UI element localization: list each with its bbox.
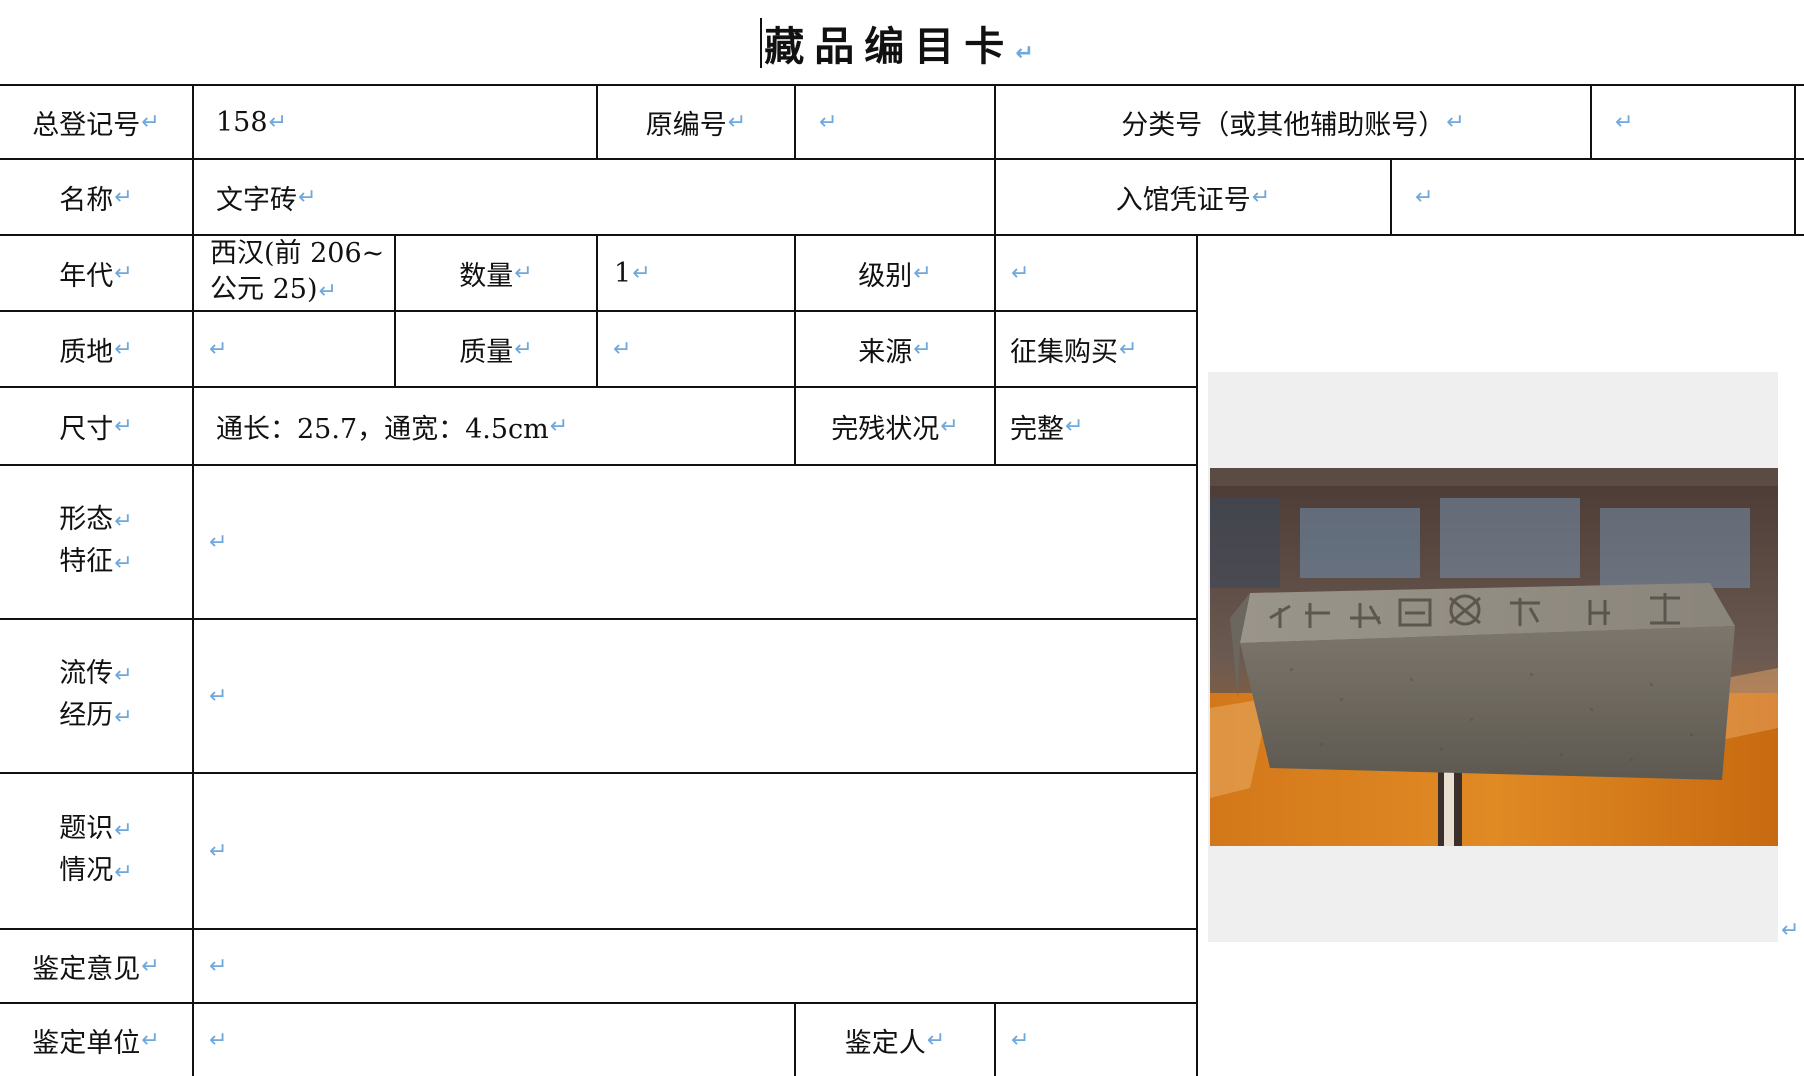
grid-line xyxy=(1196,234,1198,1076)
label-provenance: 流传↵ 经历↵ xyxy=(59,658,133,731)
value-source[interactable]: 征集购买 ↵ xyxy=(996,312,1196,386)
value-morphology[interactable]: ↵ xyxy=(194,466,1196,618)
value-appraiser[interactable]: ↵ xyxy=(996,1004,1196,1076)
label-quantity: 数量 ↵ xyxy=(459,260,533,292)
label-era: 年代 ↵ xyxy=(59,260,133,292)
label-appraisal-unit: 鉴定单位 ↵ xyxy=(32,1027,160,1059)
return-mark: ↵ xyxy=(1781,918,1800,943)
label-appraisal-opinion: 鉴定意见 ↵ xyxy=(32,953,160,985)
label-weight: 质量 ↵ xyxy=(459,336,533,368)
grid-line xyxy=(1794,84,1796,236)
label-inscription: 题识↵ 情况↵ xyxy=(59,813,133,886)
value-appraisal-unit[interactable]: ↵ xyxy=(194,1004,794,1076)
artifact-photo xyxy=(1210,468,1778,846)
value-grade[interactable]: ↵ xyxy=(996,236,1196,310)
value-appraisal-opinion[interactable]: ↵ xyxy=(194,930,1196,1002)
value-material[interactable]: ↵ xyxy=(194,312,394,386)
label-name: 名称 ↵ xyxy=(59,184,133,216)
label-dimensions: 尺寸 ↵ xyxy=(59,413,133,445)
label-morphology: 形态↵ 特征↵ xyxy=(59,504,133,577)
value-name[interactable]: 文字砖 ↵ xyxy=(194,160,994,234)
label-classification-no: 分类号（或其他辅助账号） ↵ xyxy=(1121,109,1465,141)
value-quantity[interactable]: 1 ↵ xyxy=(598,236,794,310)
return-mark: ↵ xyxy=(1015,41,1044,66)
value-classification-no[interactable]: ↵ xyxy=(1592,86,1794,158)
value-weight[interactable]: ↵ xyxy=(598,312,794,386)
label-entry-voucher-no: 入馆凭证号 ↵ xyxy=(1115,184,1271,216)
label-original-no: 原编号 ↵ xyxy=(645,109,747,141)
label-source: 来源 ↵ xyxy=(858,336,932,368)
card-title: 藏品编目卡↵ xyxy=(0,14,1804,72)
value-entry-voucher-no[interactable]: ↵ xyxy=(1392,160,1794,234)
label-condition: 完残状况 ↵ xyxy=(831,413,959,445)
value-dimensions[interactable]: 通长：25.7，通宽：4.5cm ↵ xyxy=(194,388,794,464)
value-provenance[interactable]: ↵ xyxy=(194,620,1196,772)
value-condition[interactable]: 完整 ↵ xyxy=(996,388,1196,464)
label-registration-no: 总登记号 ↵ xyxy=(32,109,160,141)
text-cursor xyxy=(760,18,763,68)
value-original-no[interactable]: ↵ xyxy=(796,86,994,158)
label-appraiser: 鉴定人 ↵ xyxy=(844,1027,946,1059)
label-material: 质地 ↵ xyxy=(59,336,133,368)
value-inscription[interactable]: ↵ xyxy=(194,774,1196,928)
label-grade: 级别 ↵ xyxy=(858,260,932,292)
value-era[interactable]: 西汉(前 206~ 公元 25)↵ xyxy=(194,236,394,310)
value-registration-no[interactable]: 158 ↵ xyxy=(194,86,596,158)
